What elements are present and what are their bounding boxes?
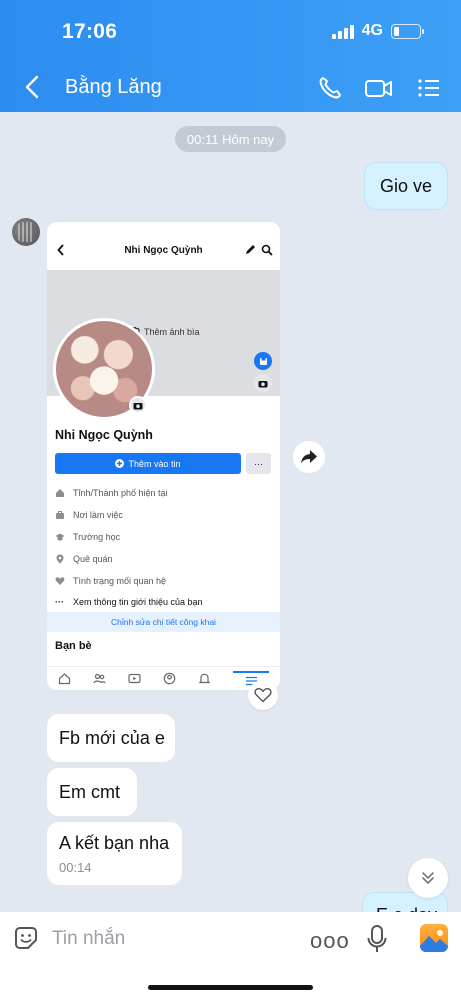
fb-add-cover-label: Thêm ảnh bìa	[144, 326, 200, 337]
message-bubble-incoming[interactable]: Fb mới của e	[47, 714, 175, 762]
heart-outline-icon	[254, 688, 272, 703]
fb-info-about: ··· Xem thông tin giới thiệu của bạn	[55, 597, 203, 607]
fb-bar-title: Nhi Ngọc Quỳnh	[124, 244, 203, 256]
message-text: Em cmt	[59, 781, 120, 802]
fb-home-tab-icon	[58, 673, 71, 685]
message-input[interactable]: Tin nhắn	[52, 928, 125, 950]
phone-icon[interactable]	[316, 74, 346, 102]
menu-list-icon[interactable]	[415, 74, 445, 102]
share-button[interactable]	[293, 441, 325, 473]
image-picker-button[interactable]	[420, 924, 448, 952]
battery-icon	[391, 23, 424, 39]
back-icon[interactable]	[22, 74, 44, 100]
message-bubble-outgoing[interactable]: Gio ve	[364, 162, 448, 210]
fb-info-label: Nơi làm việc	[73, 510, 123, 520]
sticker-icon[interactable]	[12, 924, 40, 952]
fb-cover-camera-icon	[254, 374, 272, 392]
fb-add-story-button: Thêm vào tin	[55, 453, 241, 474]
fb-cover-save-icon	[254, 352, 272, 370]
video-call-icon[interactable]	[364, 74, 394, 102]
status-time: 17:06	[62, 20, 118, 43]
message-text: Gio ve	[379, 175, 433, 196]
avatar[interactable]	[12, 218, 40, 246]
react-button[interactable]	[248, 680, 278, 710]
fb-info-label: Tỉnh/Thành phố hiện tại	[73, 488, 168, 498]
fb-info-label: Trường học	[73, 532, 121, 542]
double-chevron-down-icon	[422, 872, 434, 884]
fb-add-story-label: Thêm vào tin	[128, 458, 181, 469]
fb-top-bar: Nhi Ngọc Quỳnh	[47, 230, 280, 270]
fb-friends-heading: Bạn bè	[55, 640, 92, 652]
fb-info-city: Tỉnh/Thành phố hiện tại	[55, 488, 168, 498]
fb-profile-tab-icon	[163, 672, 176, 685]
scroll-to-bottom-button[interactable]	[408, 858, 448, 898]
status-indicators: 4G	[331, 22, 424, 40]
fb-edit-public-button: Chỉnh sửa chi tiết công khai	[47, 612, 280, 632]
fb-more-button: ···	[246, 453, 271, 474]
fb-search-icon	[261, 244, 273, 256]
briefcase-icon	[56, 511, 64, 519]
fb-info-label: Xem thông tin giới thiệu của bạn	[73, 597, 203, 607]
message-bubble-incoming[interactable]: A kết bạn nha 00:14	[47, 822, 182, 885]
location-pin-icon	[56, 554, 64, 564]
fb-info-work: Nơi làm việc	[55, 510, 123, 520]
fb-info-label: Tình trạng mối quan hệ	[73, 576, 167, 586]
network-label: 4G	[361, 22, 383, 39]
fb-bottom-tabs	[47, 666, 280, 690]
more-options-button[interactable]: ooo	[310, 928, 350, 954]
signal-icon	[331, 24, 354, 39]
message-bubble-incoming[interactable]: Em cmt	[47, 768, 137, 816]
fb-profile-name: Nhi Ngọc Quỳnh	[55, 428, 153, 442]
shared-screenshot[interactable]: Nhi Ngọc Quỳnh Thêm ảnh bìa Nhi Ngọc Quỳ…	[47, 222, 280, 690]
fb-watch-tab-icon	[128, 673, 141, 684]
microphone-icon[interactable]	[366, 924, 388, 954]
screenshot-status-strip	[47, 222, 280, 230]
fb-info-label: Quê quán	[73, 554, 113, 564]
plus-circle-icon	[115, 459, 125, 468]
fb-info-school: Trường học	[55, 532, 120, 542]
message-time: 00:14	[59, 860, 92, 875]
message-text: A kết bạn nha	[59, 833, 170, 853]
chat-header: 17:06 4G Bằng Lăng	[0, 0, 461, 112]
message-text: Fb mới của e	[59, 727, 165, 748]
fb-friends-tab-icon	[93, 673, 106, 684]
ellipsis-icon: ···	[55, 597, 64, 607]
share-forward-icon	[301, 450, 317, 464]
heart-icon	[55, 577, 65, 585]
graduation-cap-icon	[55, 533, 65, 541]
fb-back-icon	[57, 244, 64, 256]
image-icon	[420, 930, 448, 952]
home-icon	[56, 489, 64, 497]
home-indicator	[148, 985, 313, 990]
fb-notifications-tab-icon	[198, 673, 211, 684]
fb-profile-camera-icon	[129, 396, 147, 414]
date-pill: 00:11 Hôm nay	[175, 126, 286, 152]
fb-edit-icon	[246, 245, 255, 254]
fb-info-relationship: Tình trạng mối quan hệ	[55, 576, 166, 586]
fb-info-hometown: Quê quán	[55, 554, 113, 564]
contact-name[interactable]: Bằng Lăng	[65, 76, 162, 99]
